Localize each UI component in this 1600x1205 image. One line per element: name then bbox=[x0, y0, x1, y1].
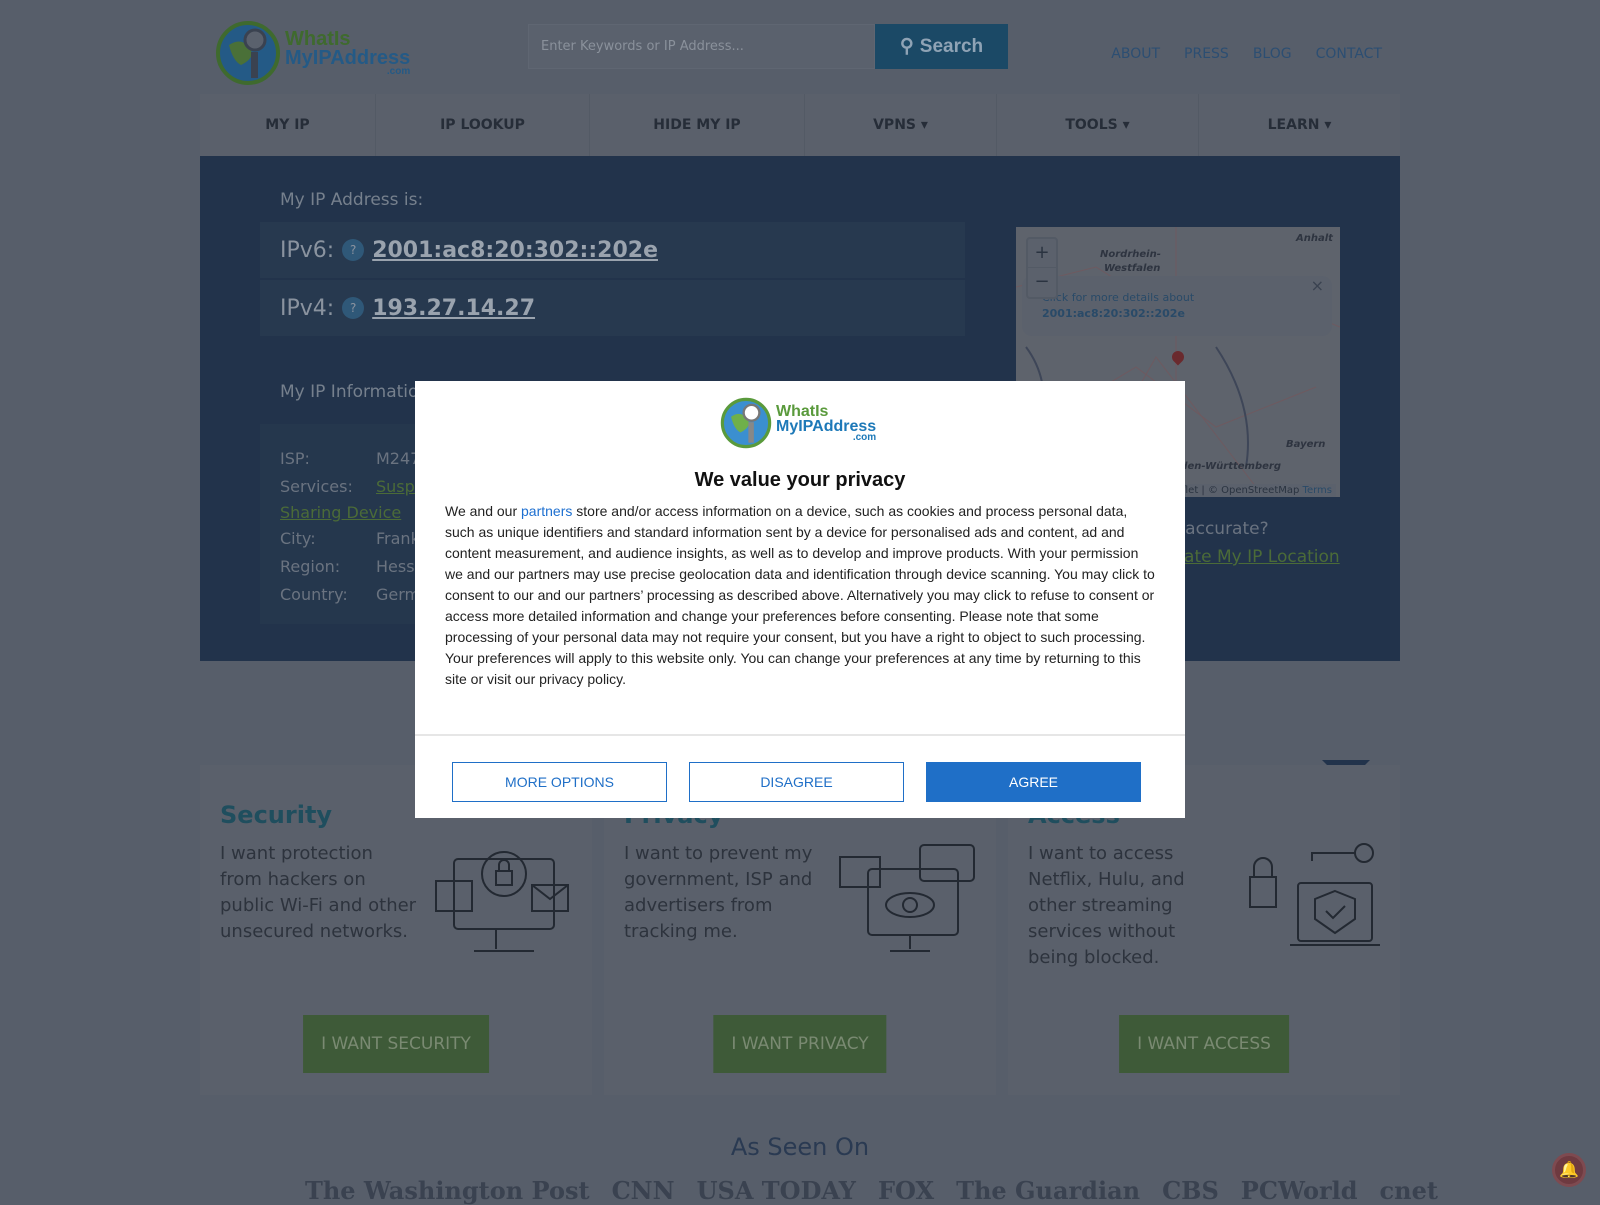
globe-logo-icon bbox=[216, 21, 280, 85]
nav-tools[interactable]: TOOLS ▾ bbox=[997, 94, 1199, 156]
press-logos: The Washington Post CNN USA TODAY FOX The Gu… bbox=[305, 1176, 1438, 1205]
link-blog[interactable]: BLOG bbox=[1253, 46, 1292, 62]
ipv6-row: IPv6:? 2001:ac8:20:302::202e bbox=[260, 222, 965, 278]
ipv4-link[interactable]: 193.27.14.27 bbox=[372, 296, 535, 321]
globe-logo-icon bbox=[720, 397, 772, 449]
disagree-button[interactable]: DISAGREE bbox=[689, 762, 904, 802]
key-shield-icon bbox=[1249, 843, 1380, 946]
dialog-text: We and our partners store and/or access … bbox=[445, 503, 1155, 687]
eye-monitor-icon bbox=[839, 844, 975, 952]
dialog-logo: WhatIs MyIPAddress .com bbox=[720, 397, 876, 449]
close-icon[interactable]: × bbox=[1311, 278, 1324, 294]
access-button[interactable]: I WANT ACCESS bbox=[1119, 1015, 1289, 1073]
search-button[interactable]: ⚲ Search bbox=[875, 24, 1008, 69]
lock-monitor-icon bbox=[435, 851, 569, 952]
main-nav: MY IP IP LOOKUP HIDE MY IP VPNS ▾ TOOLS … bbox=[200, 94, 1400, 156]
zoom-out-button[interactable]: − bbox=[1028, 267, 1056, 296]
nav-my-ip[interactable]: MY IP bbox=[200, 94, 376, 156]
help-icon[interactable]: ? bbox=[342, 239, 365, 261]
security-button[interactable]: I WANT SECURITY bbox=[303, 1015, 489, 1073]
partners-link[interactable]: partners bbox=[521, 503, 572, 519]
site-logo[interactable]: WhatIs MyIPAddress .com bbox=[215, 18, 425, 88]
search-icon: ⚲ bbox=[899, 36, 914, 57]
ipv6-link[interactable]: 2001:ac8:20:302::202e bbox=[372, 238, 658, 263]
link-press[interactable]: PRESS bbox=[1184, 46, 1229, 62]
dialog-footer: MORE OPTIONS DISAGREE AGREE bbox=[415, 734, 1185, 818]
nav-learn[interactable]: LEARN ▾ bbox=[1199, 94, 1400, 156]
ipv4-row: IPv4:? 193.27.14.27 bbox=[260, 280, 965, 336]
agree-button[interactable]: AGREE bbox=[926, 762, 1141, 802]
search-form: ⚲Search bbox=[528, 24, 1008, 69]
link-about[interactable]: ABOUT bbox=[1111, 46, 1160, 62]
notification-bell-icon[interactable]: 🔔 bbox=[1552, 1153, 1586, 1187]
nav-ip-lookup[interactable]: IP LOOKUP bbox=[376, 94, 590, 156]
search-input[interactable] bbox=[528, 24, 875, 69]
nav-hide-my-ip[interactable]: HIDE MY IP bbox=[590, 94, 805, 156]
services-link-2[interactable]: Sharing Device bbox=[280, 503, 401, 522]
zoom-control: + − bbox=[1026, 237, 1058, 299]
map-popup[interactable]: Click for more details about 2001:ac8:20:… bbox=[1022, 276, 1332, 336]
top-links: ABOUT PRESS BLOG CONTACT bbox=[1111, 46, 1382, 62]
as-seen-on-title: As Seen On bbox=[730, 1133, 870, 1161]
more-options-button[interactable]: MORE OPTIONS bbox=[452, 762, 667, 802]
my-ip-label: My IP Address is: bbox=[280, 190, 424, 210]
isp-value: M247 bbox=[376, 448, 421, 468]
help-icon[interactable]: ? bbox=[342, 297, 365, 319]
link-contact[interactable]: CONTACT bbox=[1316, 46, 1382, 62]
nav-vpns[interactable]: VPNS ▾ bbox=[805, 94, 997, 156]
privacy-button[interactable]: I WANT PRIVACY bbox=[713, 1015, 887, 1073]
map-attribution: Leaflet | © OpenStreetMap Terms bbox=[1160, 484, 1336, 497]
privacy-consent-dialog: WhatIs MyIPAddress .com We value your priv… bbox=[415, 381, 1185, 818]
ip-info-title: My IP Information bbox=[280, 382, 430, 402]
dialog-title: We value your privacy bbox=[694, 469, 906, 491]
zoom-in-button[interactable]: + bbox=[1028, 239, 1056, 267]
